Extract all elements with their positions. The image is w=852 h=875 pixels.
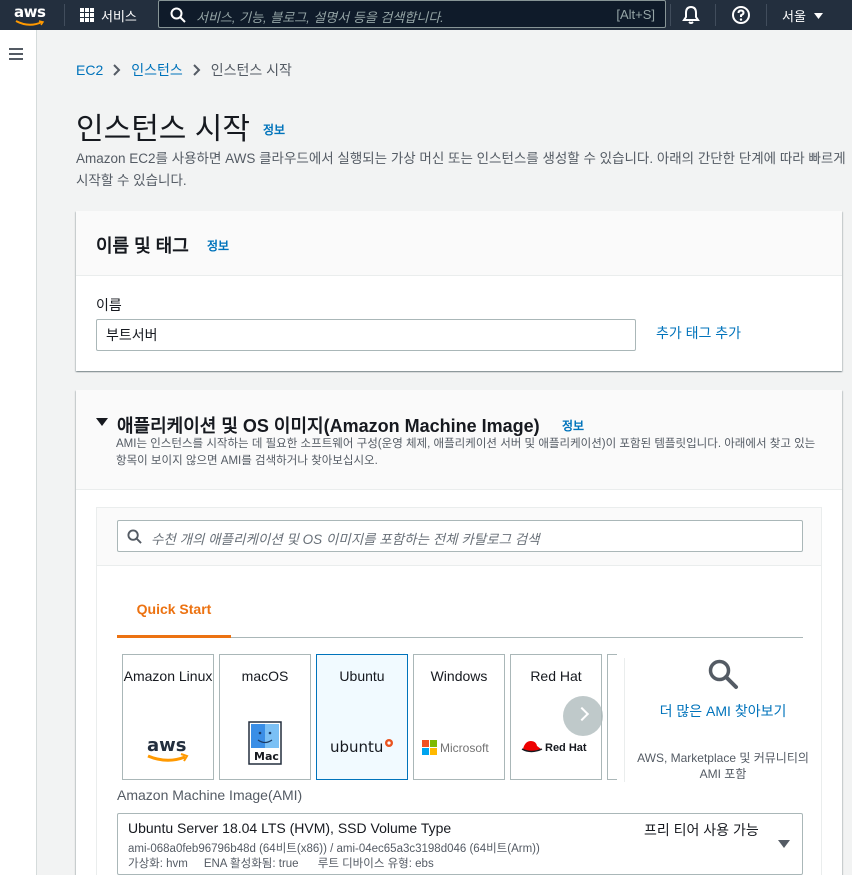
name-field-label: 이름 xyxy=(96,297,122,313)
add-tags-link[interactable]: 추가 태그 추가 xyxy=(656,323,741,343)
aws-logo-text: aws xyxy=(14,3,46,21)
ami-tabs: Quick Start xyxy=(117,580,803,638)
global-search-input[interactable]: 서비스, 기능, 블로그, 설명서 등을 검색합니다. [Alt+S] xyxy=(158,0,666,28)
global-search-placeholder: 서비스, 기능, 블로그, 설명서 등을 검색합니다. xyxy=(196,10,444,25)
catalog-search-placeholder: 수천 개의 애플리케이션 및 OS 이미지를 포함하는 전체 카탈로그 검색 xyxy=(151,532,540,547)
os-name: Ubuntu xyxy=(339,668,385,684)
ami-panel: 애플리케이션 및 OS 이미지(Amazon Machine Image) 정보… xyxy=(76,390,842,875)
ami-name: Ubuntu Server 18.04 LTS (HVM), SSD Volum… xyxy=(128,820,452,836)
os-card-windows[interactable]: Windows Microsoft xyxy=(413,654,505,780)
help-icon[interactable] xyxy=(731,5,751,25)
chevron-right-icon xyxy=(113,64,121,76)
os-logo-text: aws xyxy=(147,735,187,756)
chevron-right-icon xyxy=(574,706,590,722)
ami-select-label: Amazon Machine Image(AMI) xyxy=(117,787,303,803)
services-label: 서비스 xyxy=(101,8,137,24)
name-and-tags-panel: 이름 및 태그 정보 이름 부트서버 추가 태그 추가 xyxy=(76,211,842,371)
ami-info-link[interactable]: 정보 xyxy=(562,417,584,434)
breadcrumb-ec2[interactable]: EC2 xyxy=(76,62,103,78)
red-hat-logo-icon: Red Hat xyxy=(511,737,601,757)
aws-logo-icon: aws xyxy=(123,733,213,765)
browse-more-ami-subtext: AWS, Marketplace 및 커뮤니티의 AMI 포함 xyxy=(637,751,809,781)
os-card-macos[interactable]: macOS Mac xyxy=(219,654,311,780)
os-name: macOS xyxy=(241,668,289,684)
page-title: 인스턴스 시작 xyxy=(76,113,250,146)
os-name: Red Hat xyxy=(530,668,582,684)
os-name: Windows xyxy=(430,668,488,684)
page-description: Amazon EC2를 사용하면 AWS 클라우드에서 실행되는 가상 머신 또… xyxy=(76,151,846,188)
os-logo-text: Mac xyxy=(254,750,279,763)
menu-icon[interactable] xyxy=(9,48,23,63)
ami-description: AMI는 인스턴스를 시작하는 데 필요한 소프트웨어 구성(운영 체제, 애플… xyxy=(116,438,816,467)
name-tags-heading: 이름 및 태그 xyxy=(96,236,189,256)
page-info-link[interactable]: 정보 xyxy=(263,121,285,138)
ami-ids: ami-068a0feb96796b48d (64비트(x86)) / ami-… xyxy=(128,843,540,855)
ami-heading: 애플리케이션 및 OS 이미지(Amazon Machine Image) xyxy=(117,416,540,436)
ubuntu-logo-icon: ubuntu xyxy=(317,737,407,757)
mac-finder-icon: Mac xyxy=(220,721,310,765)
collapse-caret-icon[interactable] xyxy=(96,418,108,426)
grid-icon xyxy=(80,8,94,22)
nav-divider xyxy=(766,4,767,26)
aws-smile-icon xyxy=(15,20,45,26)
caret-down-icon xyxy=(813,12,823,19)
name-input[interactable]: 부트서버 xyxy=(96,319,636,351)
panel-header: 애플리케이션 및 OS 이미지(Amazon Machine Image) 정보… xyxy=(76,390,842,490)
side-navigation-rail xyxy=(0,30,37,875)
search-icon xyxy=(708,659,738,689)
search-icon xyxy=(127,529,142,544)
divider xyxy=(624,658,625,782)
scroll-right-button[interactable] xyxy=(563,696,603,736)
os-logo-text: Microsoft xyxy=(440,741,489,755)
nav-divider xyxy=(64,4,65,26)
breadcrumb-current: 인스턴스 시작 xyxy=(210,62,292,78)
search-icon xyxy=(170,7,186,23)
tab-quick-start[interactable]: Quick Start xyxy=(117,580,231,638)
free-tier-label: 프리 티어 사용 가능 xyxy=(644,822,759,838)
panel-header: 이름 및 태그 정보 xyxy=(76,211,842,276)
breadcrumb: EC2 인스턴스 인스턴스 시작 xyxy=(76,60,292,80)
os-logo-text: Red Hat xyxy=(545,742,587,754)
name-tags-info-link[interactable]: 정보 xyxy=(207,237,229,254)
region-label: 서울 xyxy=(782,9,806,24)
microsoft-logo-icon: Microsoft xyxy=(414,739,504,757)
nav-divider xyxy=(670,4,671,26)
browse-more-ami-link[interactable]: 더 많은 AMI 찾아보기 xyxy=(633,700,813,722)
ami-select[interactable]: Ubuntu Server 18.04 LTS (HVM), SSD Volum… xyxy=(117,813,803,875)
ami-catalog-search-input[interactable]: 수천 개의 애플리케이션 및 OS 이미지를 포함하는 전체 카탈로그 검색 xyxy=(117,520,803,552)
nav-divider xyxy=(715,4,716,26)
top-navigation: aws 서비스 서비스, 기능, 블로그, 설명서 등을 검색합니다. [Alt… xyxy=(0,0,852,30)
caret-down-icon xyxy=(778,840,790,848)
os-card-partial[interactable] xyxy=(607,654,617,780)
ami-search-bar: 수천 개의 애플리케이션 및 OS 이미지를 포함하는 전체 카탈로그 검색 xyxy=(97,508,821,566)
search-shortcut-hint: [Alt+S] xyxy=(616,7,655,22)
aws-logo[interactable]: aws xyxy=(12,2,48,28)
ami-metadata: 가상화: hvm ENA 활성화됨: true 루트 디바이스 유형: ebs xyxy=(128,858,434,870)
services-menu-button[interactable]: 서비스 xyxy=(80,0,137,30)
os-card-ubuntu[interactable]: Ubuntu ubuntu xyxy=(316,654,408,780)
ami-browser: 수천 개의 애플리케이션 및 OS 이미지를 포함하는 전체 카탈로그 검색 Q… xyxy=(96,507,822,875)
breadcrumb-instances[interactable]: 인스턴스 xyxy=(131,60,183,80)
os-card-amazon-linux[interactable]: Amazon Linux aws xyxy=(122,654,214,780)
region-selector[interactable]: 서울 xyxy=(782,6,823,25)
bell-icon[interactable] xyxy=(682,5,700,25)
os-name: Amazon Linux xyxy=(123,668,213,684)
os-logo-text: ubuntu xyxy=(330,738,383,756)
chevron-right-icon xyxy=(193,64,201,76)
